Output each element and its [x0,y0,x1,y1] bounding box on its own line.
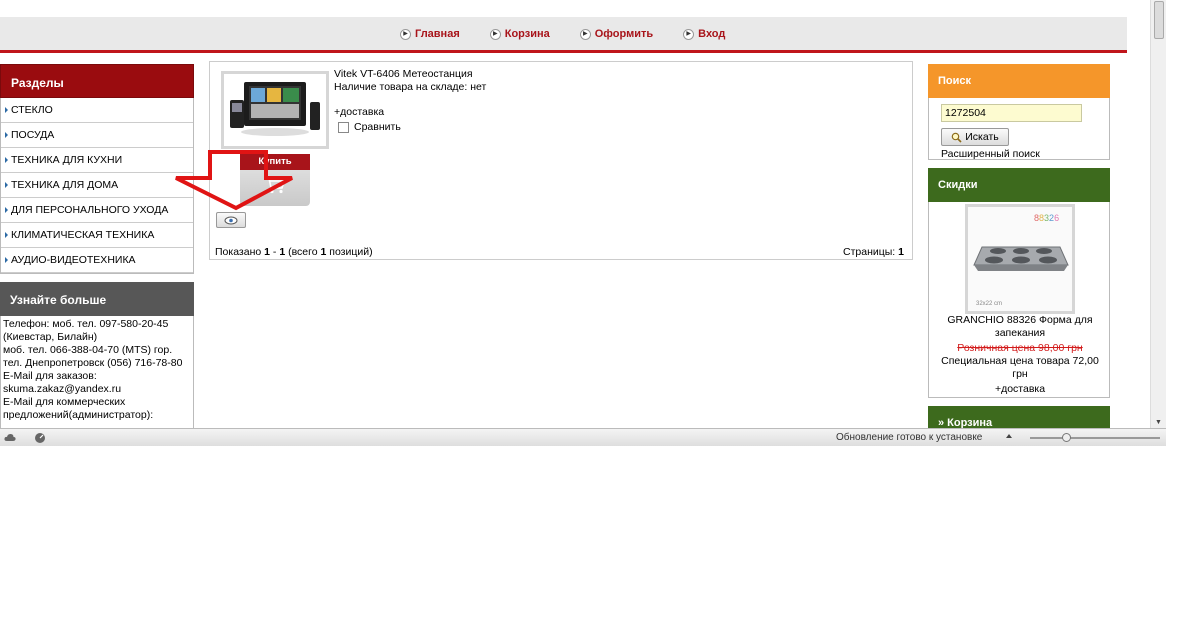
nav-home[interactable]: ▶ Главная [400,28,460,40]
discount-badge: 88326 [1034,213,1059,223]
zoom-slider[interactable] [1030,437,1160,439]
contact-line: моб. тел. 066-388-04-70 (MTS) гор. [3,344,173,356]
arrow-right-icon [5,182,8,188]
image-caption: 32x22 cm [976,301,1002,307]
status-bar: Обновление готово к установке [0,428,1166,446]
category-item-kitchen[interactable]: ТЕХНИКА ДЛЯ КУХНИ [1,148,193,173]
shown-prefix: Показано [215,246,265,258]
category-label: ТЕХНИКА ДЛЯ КУХНИ [11,154,123,166]
arrow-right-icon [5,107,8,113]
product-extra: +доставка Сравнить [334,105,401,135]
expand-up-icon[interactable] [1006,434,1012,438]
speedometer-icon[interactable] [34,432,46,443]
nav-cart-label: Корзина [504,28,550,40]
search-button[interactable]: Искать [941,128,1009,146]
product-details: Vitek VT-6406 Метеостанция Наличие товар… [334,68,486,94]
bullet-icon: ▶ [579,28,591,40]
bullet-icon: ▶ [683,28,695,40]
shown-total-prefix: (всего [285,246,321,258]
view-details-button[interactable] [216,212,246,228]
contact-line: Телефон: моб. тел. 097-580-20-45 [3,318,169,330]
category-item-personal-care[interactable]: ДЛЯ ПЕРСОНАЛЬНОГО УХОДА [1,198,193,223]
nav-login[interactable]: ▶ Вход [683,28,725,40]
browser-viewport: ▶ Главная ▶ Корзина ▶ Оформить ▶ Вход Ра… [0,0,1166,446]
right-column: Поиск Искать Расширенный поиск Скидки 88… [928,64,1110,440]
learn-more-heading: Узнайте больше [0,282,194,316]
category-label: СТЕКЛО [11,104,53,116]
annotation-arrow-icon [175,150,293,211]
baking-tray-image: 88326 32x22 cm [973,213,1069,307]
bullet-icon: ▶ [400,28,411,40]
contact-line: (Киевстар, Билайн) [3,331,98,343]
zoom-slider-knob[interactable] [1062,433,1071,442]
weather-station-image [230,82,320,136]
arrow-right-icon [5,207,8,213]
search-heading: Поиск [928,64,1110,98]
old-price: Розничная цена 98,00 грн [957,342,1083,354]
compare-checkbox[interactable] [338,122,349,133]
shown-suffix: позиций) [326,246,373,258]
discounts-heading: Скидки [928,168,1110,202]
bullet-icon: ▶ [489,28,501,40]
discount-product-name[interactable]: GRANCHIO 88326 Форма для запекания [933,314,1107,340]
scroll-down-icon[interactable]: ▼ [1155,419,1162,426]
category-item-glass[interactable]: СТЕКЛО [1,98,193,123]
top-navigation: ▶ Главная ▶ Корзина ▶ Оформить ▶ Вход [0,17,1127,53]
arrow-right-icon [5,232,8,238]
scrollbar-thumb[interactable] [1154,1,1164,39]
contact-line: E-Mail для коммерческих [3,396,126,408]
page-number[interactable]: 1 [898,246,904,258]
discount-delivery: +доставка [994,383,1046,395]
update-status[interactable]: Обновление готово к установке [836,432,982,443]
pages-label: Страницы: [843,246,899,258]
product-listing: Vitek VT-6406 Метеостанция Наличие товар… [209,61,913,260]
contact-line: E-Mail для заказов: [3,370,97,382]
cloud-icon[interactable] [4,432,16,443]
category-label: АУДИО-ВИДЕОТЕХНИКА [11,254,136,266]
category-label: ДЛЯ ПЕРСОНАЛЬНОГО УХОДА [11,204,169,216]
category-label: КЛИМАТИЧЕСКАЯ ТЕХНИКА [11,229,155,241]
vertical-scrollbar[interactable]: ▼ [1150,0,1166,428]
arrow-right-icon [5,132,8,138]
contact-line: предложений(администратор): [3,409,154,421]
product-name-link[interactable]: Vitek VT-6406 Метеостанция [334,68,486,81]
discount-box: 88326 32x22 cm GRANCHIO 88326 Форма для … [928,202,1110,398]
nav-cart[interactable]: ▶ Корзина [489,28,550,40]
category-item-dishes[interactable]: ПОСУДА [1,123,193,148]
search-input[interactable] [941,104,1082,122]
product-image[interactable] [221,71,329,149]
compare-label: Сравнить [354,121,401,133]
nav-checkout[interactable]: ▶ Оформить [579,28,654,40]
product-stock: Наличие товара на складе: нет [334,81,487,93]
category-label: ТЕХНИКА ДЛЯ ДОМА [11,179,119,191]
search-box: Искать Расширенный поиск [928,98,1110,160]
pagination: Страницы: 1 [843,246,904,258]
contact-line: тел. Днепропетровск (056) 716-78-80 [3,357,183,369]
category-item-audio-video[interactable]: АУДИО-ВИДЕОТЕХНИКА [1,248,193,273]
category-item-home[interactable]: ТЕХНИКА ДЛЯ ДОМА [1,173,193,198]
left-column: Разделы СТЕКЛО ПОСУДА ТЕХНИКА ДЛЯ КУХНИ … [0,64,194,436]
shown-sep: - [270,246,280,258]
contact-info: Телефон: моб. тел. 097-580-20-45 (Киевст… [0,316,194,436]
sections-heading: Разделы [0,64,194,98]
nav-checkout-label: Оформить [594,28,654,40]
arrow-right-icon [5,257,8,263]
nav-login-label: Вход [698,28,726,40]
search-button-label: Искать [965,131,999,143]
magnifier-icon [951,132,962,143]
advanced-search-link[interactable]: Расширенный поиск [941,148,1040,160]
contact-email-link[interactable]: skuma.zakaz@yandex.ru [3,383,191,396]
arrow-right-icon [5,157,8,163]
category-item-climate[interactable]: КЛИМАТИЧЕСКАЯ ТЕХНИКА [1,223,193,248]
discount-product-image[interactable]: 88326 32x22 cm [965,204,1075,314]
category-list: СТЕКЛО ПОСУДА ТЕХНИКА ДЛЯ КУХНИ ТЕХНИКА … [0,98,194,274]
category-label: ПОСУДА [11,129,55,141]
special-price: Специальная цена товара 72,00 грн [941,355,1099,380]
nav-home-label: Главная [415,28,460,40]
product-delivery: +доставка [334,106,385,118]
compare-control[interactable]: Сравнить [338,120,401,135]
eye-icon [224,216,238,224]
shown-count: Показано 1 - 1 (всего 1 позиций) [215,246,373,258]
